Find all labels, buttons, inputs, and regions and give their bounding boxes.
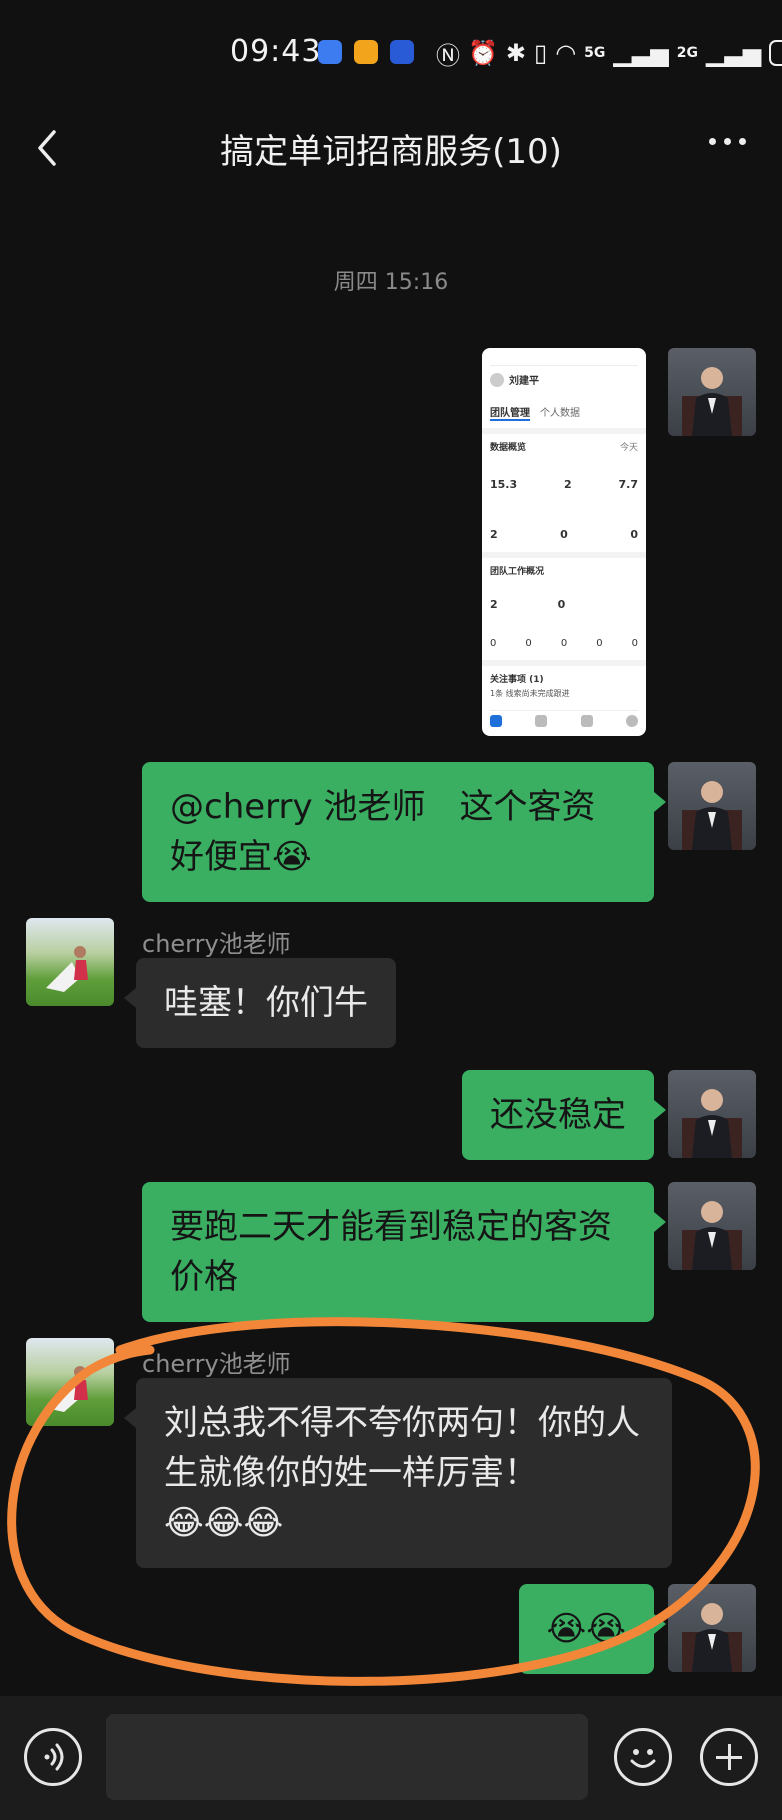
dot-icon xyxy=(739,138,746,145)
voice-input-button[interactable] xyxy=(24,1728,82,1786)
avatar[interactable] xyxy=(668,1584,756,1672)
message-bubble-outgoing[interactable]: 还没稳定 xyxy=(462,1070,666,1160)
image-stat-value: 0 xyxy=(525,638,532,649)
home-tab-icon xyxy=(490,715,502,727)
message-bubble-incoming[interactable]: 刘总我不得不夸你两句！你的人生就像你的姓一样厉害！ 😂😂😂 xyxy=(124,1378,672,1568)
signal-icon-2: ▁▃▅ xyxy=(706,39,762,67)
battery-icon: 67 xyxy=(769,40,782,66)
image-stat-value: 0 xyxy=(490,638,497,649)
image-stat-value: 0 xyxy=(560,638,568,649)
message-emoji: 😭 xyxy=(272,837,312,877)
man-in-suit-avatar-icon xyxy=(682,781,742,850)
bluetooth-icon: ✱ xyxy=(505,39,526,67)
voice-icon xyxy=(44,1743,64,1771)
sender-name: cherry池老师 xyxy=(142,1350,291,1378)
avatar[interactable] xyxy=(668,1182,756,1270)
chat-header: 搞定单词招商服务(10) xyxy=(0,100,782,200)
image-stat-value: 2 xyxy=(490,528,498,541)
bulb-app-icon xyxy=(390,40,414,64)
image-stat-value: 0 xyxy=(596,638,603,649)
image-stat-value: 0 xyxy=(630,528,638,541)
image-section-work: 团队工作概况 xyxy=(490,567,545,577)
image-stat-value: 2 xyxy=(563,478,572,491)
status-bar: 09:43 Ⓝ ⏰ ✱ ▯ ◠ 5G ▁▃▅ 2G ▁▃▅ 67 xyxy=(0,0,782,100)
message-emoji: 😭😭 xyxy=(546,1609,626,1649)
clients-tab-icon xyxy=(580,715,593,727)
notes-app-icon xyxy=(354,40,378,64)
image-stat-value: 15.3 xyxy=(490,478,518,491)
more-options-button[interactable] xyxy=(709,138,746,145)
message-text: 要跑二天才能看到稳定的客资价格 xyxy=(170,1207,612,1297)
image-stat-value: 0 xyxy=(560,528,568,541)
man-in-suit-avatar-icon xyxy=(682,1089,742,1158)
dot-icon xyxy=(709,138,716,145)
avatar[interactable] xyxy=(26,1338,114,1426)
network-2g-label: 2G xyxy=(676,45,699,61)
image-stat-value: 7.7 xyxy=(618,478,638,491)
image-stat-value: 2 xyxy=(490,598,498,611)
man-in-suit-avatar-icon xyxy=(682,367,742,436)
woman-on-grass-avatar-icon xyxy=(46,1366,88,1412)
signal-icon: ▁▃▅ xyxy=(613,39,669,67)
message-text: 刘总我不得不夸你两句！你的人生就像你的姓一样厉害！ xyxy=(164,1403,640,1493)
chat-input-bar xyxy=(0,1696,782,1820)
dot-icon xyxy=(724,138,731,145)
status-time: 09:43 xyxy=(230,34,322,69)
image-today: 今天 xyxy=(619,443,638,453)
status-icons: Ⓝ ⏰ ✱ ▯ ◠ 5G ▁▃▅ 2G ▁▃▅ 67 xyxy=(436,36,782,70)
avatar xyxy=(490,372,504,387)
woman-on-grass-avatar-icon xyxy=(46,946,88,992)
message-input[interactable] xyxy=(106,1714,588,1800)
image-stat-value: 0 xyxy=(631,638,638,649)
message-text: 还没稳定 xyxy=(490,1095,626,1135)
more-functions-button[interactable] xyxy=(700,1728,758,1786)
profile-tab-icon xyxy=(625,715,638,727)
message-bubble-outgoing[interactable]: 😭😭 xyxy=(518,1584,667,1674)
image-attention-item: 1条 线索尚未完成跟进 xyxy=(490,689,570,698)
smiley-icon xyxy=(630,1749,656,1768)
image-tab-personal: 个人数据 xyxy=(540,408,580,419)
image-tab-team: 团队管理 xyxy=(490,404,530,421)
vibrate-icon: ▯ xyxy=(534,39,548,67)
message-emoji: 😂😂😂 xyxy=(164,1503,284,1543)
message-text: @cherry 池老师 这个客资好便宜 xyxy=(170,787,596,877)
image-section-overview: 数据概览 xyxy=(490,443,527,453)
avatar[interactable] xyxy=(26,918,114,1006)
message-tab-icon xyxy=(535,715,548,727)
message-bubble-incoming[interactable]: 哇塞！你们牛 xyxy=(124,958,396,1048)
emoji-button[interactable] xyxy=(614,1728,672,1786)
avatar[interactable] xyxy=(668,348,756,436)
message-bubble-outgoing[interactable]: 要跑二天才能看到稳定的客资价格 xyxy=(142,1182,666,1322)
alarm-icon: ⏰ xyxy=(468,39,498,67)
sender-name: cherry池老师 xyxy=(142,930,291,958)
network-5g-label: 5G xyxy=(584,45,606,61)
image-message[interactable]: 刘建平 团队管理 个人数据 数据概览 今天 15.3 2 7.7 2 0 0 团… xyxy=(482,348,646,736)
chat-title: 搞定单词招商服务(10) xyxy=(220,132,562,172)
man-in-suit-avatar-icon xyxy=(682,1201,742,1270)
message-text: 哇塞！你们牛 xyxy=(164,983,368,1023)
image-section-attention: 关注事项 (1) xyxy=(490,675,544,685)
wifi-icon: ◠ xyxy=(555,39,577,67)
man-in-suit-avatar-icon xyxy=(682,1603,742,1672)
calendar-app-icon xyxy=(318,40,342,64)
image-stat-value: 0 xyxy=(557,598,566,611)
image-user-name: 刘建平 xyxy=(509,376,539,387)
avatar[interactable] xyxy=(668,1070,756,1158)
message-timestamp: 周四 15:16 xyxy=(333,270,449,295)
avatar[interactable] xyxy=(668,762,756,850)
nfc-icon: Ⓝ xyxy=(436,41,460,70)
message-bubble-outgoing[interactable]: @cherry 池老师 这个客资好便宜😭 xyxy=(142,762,666,902)
